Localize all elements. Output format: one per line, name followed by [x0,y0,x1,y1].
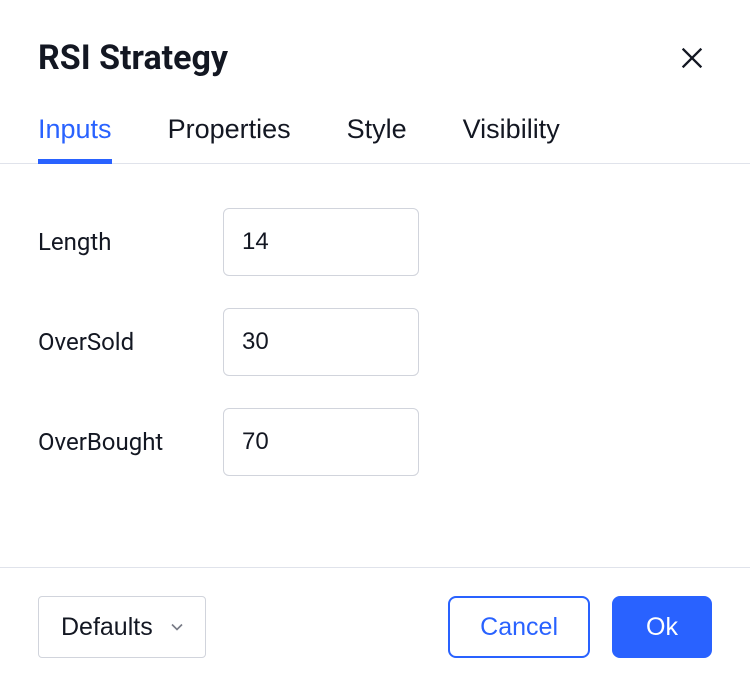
tabs-bar: Inputs Properties Style Visibility [0,78,750,164]
length-input[interactable] [223,208,419,276]
ok-button[interactable]: Ok [612,596,712,658]
dialog-footer: Defaults Cancel Ok [0,567,750,690]
cancel-button[interactable]: Cancel [448,596,590,658]
input-row-oversold: OverSold [38,308,712,376]
dialog-title: RSI Strategy [38,38,228,78]
close-icon [678,44,706,72]
input-label: OverBought [38,428,223,456]
close-button[interactable] [672,38,712,78]
tab-inputs[interactable]: Inputs [38,114,112,163]
inputs-panel: Length OverSold OverBought [0,164,750,567]
footer-actions: Cancel Ok [448,596,712,658]
tab-style[interactable]: Style [347,114,407,163]
chevron-down-icon [167,617,187,637]
oversold-input[interactable] [223,308,419,376]
input-row-length: Length [38,208,712,276]
input-label: Length [38,228,223,256]
overbought-input[interactable] [223,408,419,476]
input-label: OverSold [38,328,223,356]
defaults-dropdown[interactable]: Defaults [38,596,206,658]
input-row-overbought: OverBought [38,408,712,476]
tab-properties[interactable]: Properties [168,114,291,163]
settings-dialog: RSI Strategy Inputs Properties Style Vis… [0,0,750,690]
defaults-label: Defaults [61,613,153,642]
tab-visibility[interactable]: Visibility [463,114,560,163]
dialog-header: RSI Strategy [0,0,750,78]
